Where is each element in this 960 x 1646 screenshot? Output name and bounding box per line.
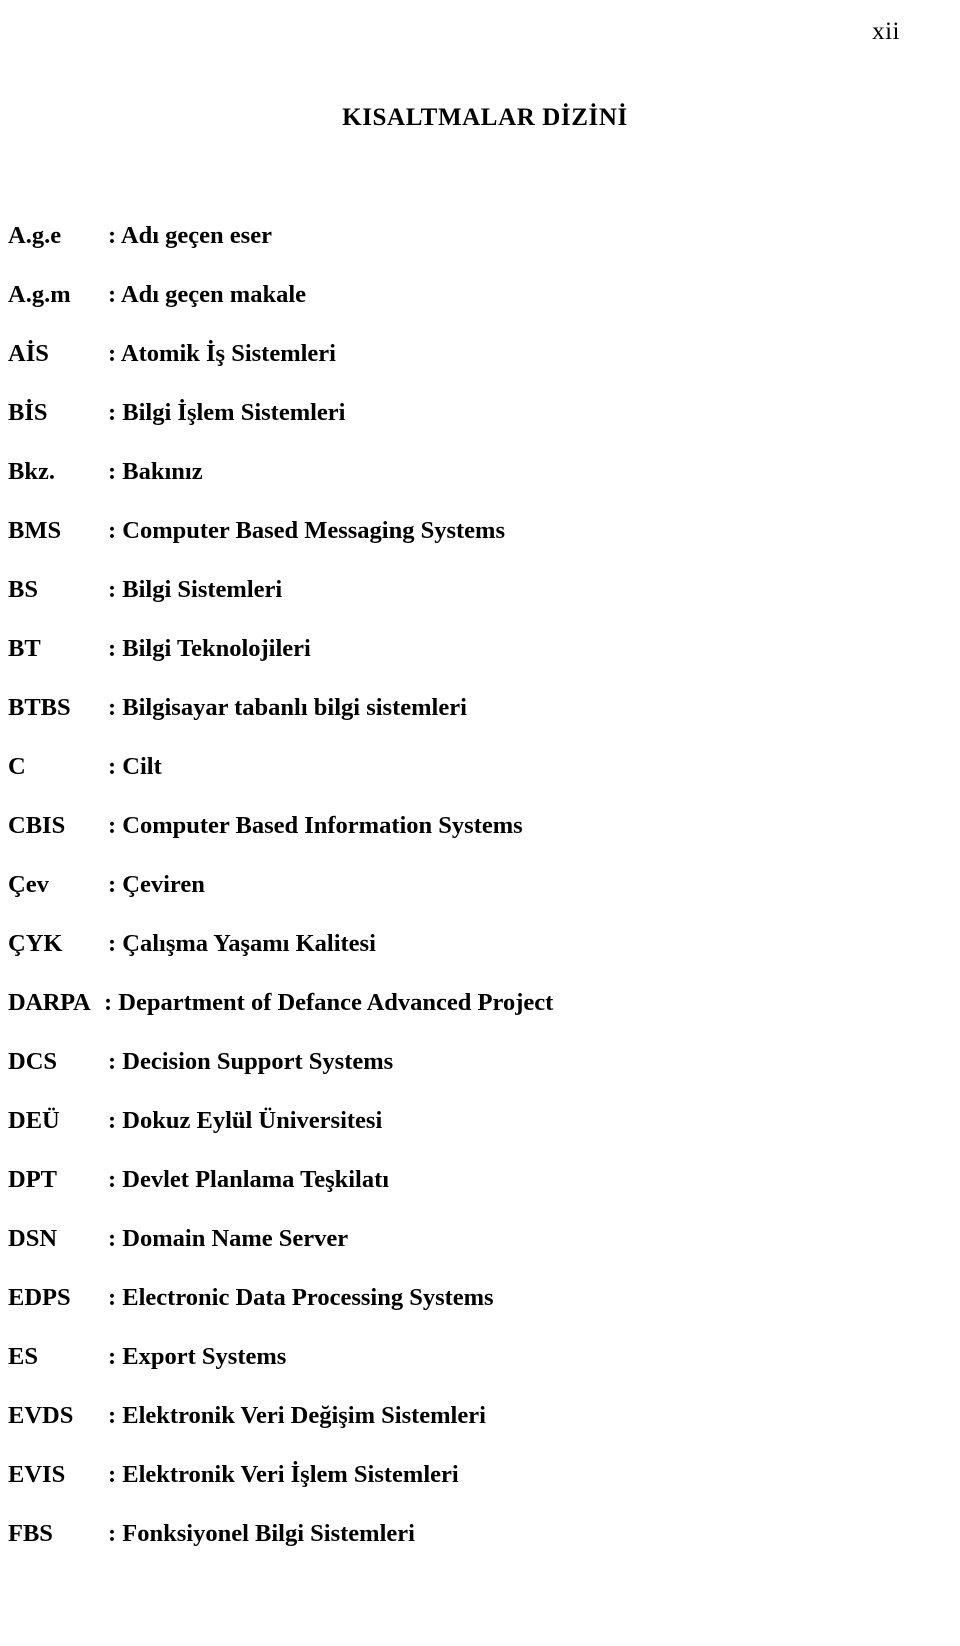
list-item: BT : Bilgi Teknolojileri — [8, 635, 960, 694]
list-item: DEÜ : Dokuz Eylül Üniversitesi — [8, 1107, 960, 1166]
list-item: DPT : Devlet Planlama Teşkilatı — [8, 1166, 960, 1225]
abbreviation-term: FBS — [8, 1520, 53, 1547]
abbreviation-definition: : Dokuz Eylül Üniversitesi — [108, 1107, 383, 1134]
abbreviation-definition: : Adı geçen makale — [108, 281, 307, 308]
abbreviation-term: A.g.e — [8, 222, 62, 249]
list-item: A.g.m : Adı geçen makale — [8, 281, 960, 340]
abbreviation-term: BS — [8, 576, 38, 603]
page-title: KISALTMALAR DİZİNİ — [342, 104, 628, 131]
list-item: AİS : Atomik İş Sistemleri — [8, 340, 960, 399]
abbreviation-definition: : Decision Support Systems — [108, 1048, 394, 1075]
abbreviation-definition: : Computer Based Information Systems — [108, 812, 523, 839]
list-item: FBS : Fonksiyonel Bilgi Sistemleri — [8, 1520, 960, 1579]
list-item: EDPS : Electronic Data Processing System… — [8, 1284, 960, 1343]
abbreviation-term: DSN — [8, 1225, 58, 1252]
list-item: DARPA : Department of Defance Advanced P… — [8, 989, 960, 1048]
abbreviation-definition: : Atomik İş Sistemleri — [108, 340, 336, 367]
list-item: BTBS : Bilgisayar tabanlı bilgi sistemle… — [8, 694, 960, 753]
abbreviation-definition: : Department of Defance Advanced Project — [104, 989, 554, 1016]
abbreviation-term: DEÜ — [8, 1107, 60, 1134]
abbreviation-definition: : Fonksiyonel Bilgi Sistemleri — [108, 1520, 415, 1547]
abbreviation-term: BİS — [8, 399, 48, 426]
abbreviation-definition: : Bakınız — [108, 458, 203, 485]
abbreviation-definition: : Elektronik Veri Değişim Sistemleri — [108, 1402, 486, 1429]
abbreviation-term: Bkz. — [8, 458, 55, 485]
list-item: ÇYK : Çalışma Yaşamı Kalitesi — [8, 930, 960, 989]
list-item: BS : Bilgi Sistemleri — [8, 576, 960, 635]
list-item: Çev : Çeviren — [8, 871, 960, 930]
abbreviation-term: C — [8, 753, 26, 780]
abbreviation-definition: : Bilgisayar tabanlı bilgi sistemleri — [108, 694, 467, 721]
abbreviation-term: AİS — [8, 340, 49, 367]
document-page: xii KISALTMALAR DİZİNİ A.g.e : Adı geçen… — [0, 0, 960, 1646]
abbreviation-term: DARPA — [8, 989, 91, 1016]
abbreviation-term: EVIS — [8, 1461, 66, 1488]
abbreviation-term: DPT — [8, 1166, 57, 1193]
abbreviation-definition: : Bilgi Sistemleri — [108, 576, 283, 603]
list-item: ES : Export Systems — [8, 1343, 960, 1402]
list-item: A.g.e : Adı geçen eser — [8, 222, 960, 281]
abbreviation-definition: : Cilt — [108, 753, 162, 780]
abbreviation-term: BMS — [8, 517, 62, 544]
abbreviation-definition: : Electronic Data Processing Systems — [108, 1284, 494, 1311]
abbreviation-term: DCS — [8, 1048, 58, 1075]
abbreviation-term: Çev — [8, 871, 49, 898]
abbreviation-definition: : Bilgi İşlem Sistemleri — [108, 399, 346, 426]
abbreviation-term: EVDS — [8, 1402, 74, 1429]
list-item: BİS : Bilgi İşlem Sistemleri — [8, 399, 960, 458]
list-item: BMS : Computer Based Messaging Systems — [8, 517, 960, 576]
abbreviation-definition: : Export Systems — [108, 1343, 287, 1370]
abbreviation-term: ES — [8, 1343, 38, 1370]
list-item: EVDS : Elektronik Veri Değişim Sistemler… — [8, 1402, 960, 1461]
abbreviation-term: A.g.m — [8, 281, 71, 308]
abbreviation-term: BTBS — [8, 694, 71, 721]
list-item: C : Cilt — [8, 753, 960, 812]
abbreviation-definition: : Adı geçen eser — [108, 222, 272, 249]
list-item: DCS : Decision Support Systems — [8, 1048, 960, 1107]
abbreviation-definition: : Elektronik Veri İşlem Sistemleri — [108, 1461, 459, 1488]
abbreviation-definition: : Computer Based Messaging Systems — [108, 517, 505, 544]
abbreviation-definition: : Domain Name Server — [108, 1225, 349, 1252]
abbreviation-definition: : Devlet Planlama Teşkilatı — [108, 1166, 390, 1193]
page-number: xii — [872, 18, 900, 45]
abbreviation-term: ÇYK — [8, 930, 63, 957]
abbreviations-list: A.g.e : Adı geçen eser A.g.m : Adı geçen… — [0, 222, 960, 1579]
abbreviation-term: CBIS — [8, 812, 66, 839]
abbreviation-definition: : Çeviren — [108, 871, 205, 898]
abbreviation-definition: : Çalışma Yaşamı Kalitesi — [108, 930, 376, 957]
list-item: CBIS : Computer Based Information System… — [8, 812, 960, 871]
abbreviation-definition: : Bilgi Teknolojileri — [108, 635, 311, 662]
list-item: DSN : Domain Name Server — [8, 1225, 960, 1284]
list-item: Bkz. : Bakınız — [8, 458, 960, 517]
abbreviation-term: BT — [8, 635, 41, 662]
list-item: EVIS : Elektronik Veri İşlem Sistemleri — [8, 1461, 960, 1520]
abbreviation-term: EDPS — [8, 1284, 71, 1311]
